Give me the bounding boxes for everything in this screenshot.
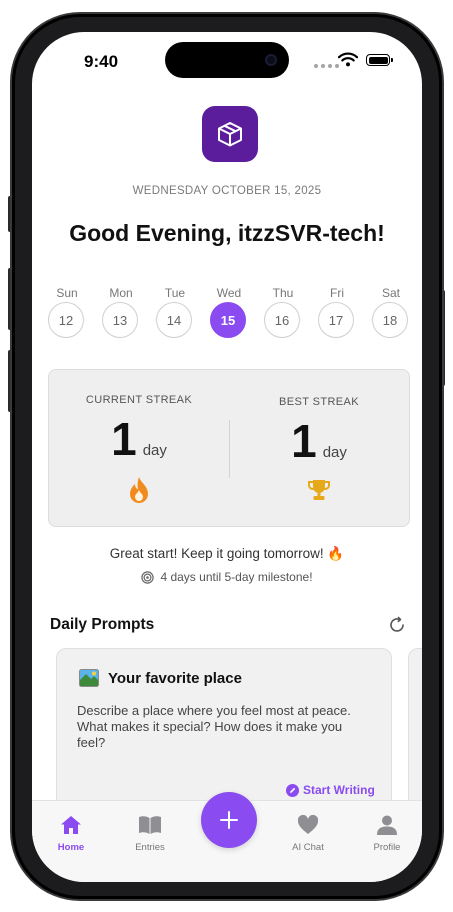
- milestone-text: 4 days until 5-day milestone!: [160, 570, 313, 584]
- trophy-icon: [307, 480, 331, 500]
- day-wed-selected[interactable]: Wed 15: [210, 286, 248, 338]
- flame-icon: [130, 477, 148, 503]
- current-streak-value: 1: [111, 413, 137, 465]
- day-number: 12: [48, 302, 84, 338]
- day-name: Thu: [272, 286, 294, 300]
- tab-profile[interactable]: Profile: [357, 815, 417, 853]
- week-strip: Sun 12 Mon 13 Tue 14 Wed 15 Thu 16 Fri 1…: [48, 286, 410, 346]
- day-number: 14: [156, 302, 192, 338]
- day-sat[interactable]: Sat 18: [372, 286, 410, 338]
- home-icon: [61, 816, 81, 834]
- heart-icon: [297, 814, 319, 834]
- best-streak-label: BEST STREAK: [279, 396, 359, 408]
- app-logo-icon: [202, 106, 258, 162]
- day-tue[interactable]: Tue 14: [156, 286, 194, 338]
- day-number: 17: [318, 302, 354, 338]
- status-time: 9:40: [84, 52, 119, 71]
- tab-label: Profile: [373, 842, 401, 853]
- greeting-title: Good Evening, itzzSVR-tech!: [69, 220, 385, 246]
- tab-home[interactable]: Home: [41, 815, 101, 853]
- start-writing-label: Start Writing: [303, 783, 375, 797]
- daily-prompts-title: Daily Prompts: [50, 616, 155, 633]
- dynamic-island: [165, 42, 289, 78]
- day-number: 15: [210, 302, 246, 338]
- start-writing-button[interactable]: Start Writing: [286, 783, 375, 797]
- best-streak: BEST STREAK 1 day: [229, 370, 409, 528]
- day-mon[interactable]: Mon 13: [102, 286, 140, 338]
- book-icon: [139, 816, 161, 834]
- best-streak-value: 1: [291, 415, 317, 467]
- prompt-title: Your favorite place: [108, 669, 242, 687]
- signal-dots-icon: [314, 64, 339, 68]
- day-fri[interactable]: Fri 17: [318, 286, 356, 338]
- person-icon: [377, 815, 397, 835]
- phone-screen: 9:40 WEDNESDAY OCTOBER 15, 2025 Good Eve…: [32, 32, 422, 882]
- refresh-icon[interactable]: [388, 616, 406, 634]
- day-number: 16: [264, 302, 300, 338]
- current-streak-label: CURRENT STREAK: [85, 394, 193, 406]
- battery-icon: [366, 54, 393, 66]
- day-name: Tue: [164, 286, 186, 300]
- wifi-icon: [338, 52, 358, 67]
- plus-icon: [220, 811, 238, 829]
- device-stage: 9:40 WEDNESDAY OCTOBER 15, 2025 Good Eve…: [0, 0, 453, 912]
- pencil-icon: [286, 783, 299, 797]
- day-number: 18: [372, 302, 408, 338]
- day-name: Sat: [381, 286, 400, 300]
- milestone-row: 4 days until 5-day milestone!: [32, 570, 422, 584]
- tab-ai-chat[interactable]: AI Chat: [278, 814, 338, 853]
- landscape-icon: [79, 669, 99, 687]
- target-icon: [141, 570, 155, 584]
- current-streak: CURRENT STREAK 1 day: [49, 370, 229, 528]
- current-streak-unit: day: [142, 442, 167, 459]
- tab-label: Home: [57, 842, 85, 853]
- encouragement-text: Great start! Keep it going tomorrow! 🔥: [109, 546, 345, 561]
- tab-label: AI Chat: [292, 842, 324, 853]
- tab-entries[interactable]: Entries: [120, 815, 180, 853]
- day-sun[interactable]: Sun 12: [48, 286, 86, 338]
- streak-card: CURRENT STREAK 1 day BEST STREAK 1 day: [48, 369, 410, 527]
- day-number: 13: [102, 302, 138, 338]
- day-name: Wed: [216, 286, 242, 300]
- best-streak-unit: day: [322, 444, 347, 461]
- prompt-description: Describe a place where you feel most at …: [77, 703, 351, 750]
- new-entry-button[interactable]: [201, 792, 257, 848]
- day-name: Sun: [56, 286, 78, 300]
- day-name: Mon: [109, 286, 133, 300]
- tab-label: Entries: [135, 842, 165, 853]
- date-label: WEDNESDAY OCTOBER 15, 2025: [132, 185, 322, 197]
- day-name: Fri: [330, 286, 344, 300]
- day-thu[interactable]: Thu 16: [264, 286, 302, 338]
